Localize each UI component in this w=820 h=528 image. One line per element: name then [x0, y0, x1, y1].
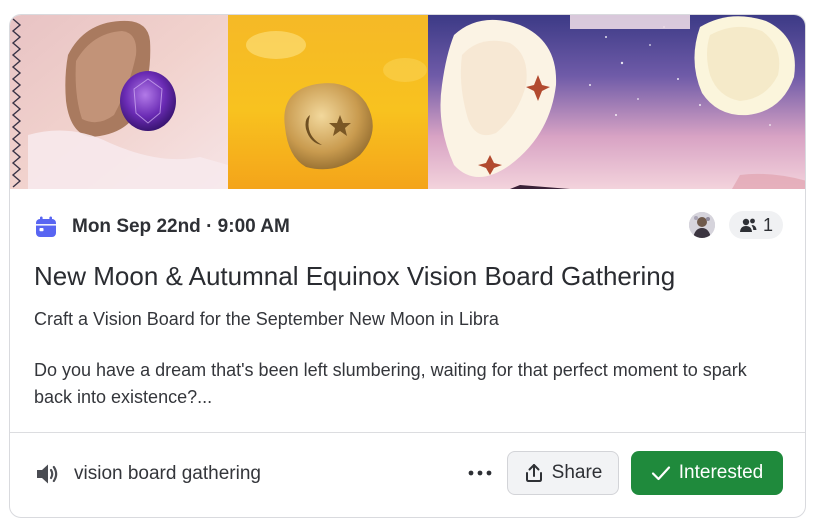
calendar-icon	[36, 216, 56, 237]
event-footer: vision board gathering Share Interested	[10, 433, 805, 517]
event-card[interactable]: Mon Sep 22nd · 9:00 AM 1 New Moon & Autu…	[9, 14, 806, 518]
check-icon	[651, 466, 670, 481]
share-label: Share	[551, 462, 603, 483]
speaker-icon	[37, 464, 58, 484]
interested-count-badge[interactable]: 1	[728, 211, 783, 239]
channel-name: vision board gathering	[74, 463, 261, 484]
event-info: Mon Sep 22nd · 9:00 AM 1 New Moon & Autu…	[10, 189, 805, 432]
people-icon	[739, 218, 757, 232]
event-subtitle: Craft a Vision Board for the September N…	[34, 309, 499, 329]
avatar[interactable]	[688, 212, 715, 238]
event-date-time: Mon Sep 22nd · 9:00 AM	[72, 216, 290, 237]
interested-count: 1	[762, 214, 773, 235]
event-channel[interactable]: vision board gathering	[34, 459, 261, 489]
more-dots-icon	[468, 470, 492, 476]
event-date-row: Mon Sep 22nd · 9:00 AM	[34, 213, 290, 241]
more-options-button[interactable]	[465, 458, 495, 488]
interested-button[interactable]: Interested	[631, 451, 783, 495]
attendee-summary[interactable]: 1	[688, 211, 783, 239]
share-button[interactable]: Share	[507, 451, 619, 495]
event-actions: Share Interested	[465, 451, 783, 495]
event-title: New Moon & Autumnal Equinox Vision Board…	[34, 261, 676, 291]
share-icon	[525, 464, 542, 482]
event-cover-image	[10, 15, 805, 189]
interested-label: Interested	[678, 462, 764, 483]
event-description: Do you have a dream that's been left slu…	[34, 360, 747, 407]
